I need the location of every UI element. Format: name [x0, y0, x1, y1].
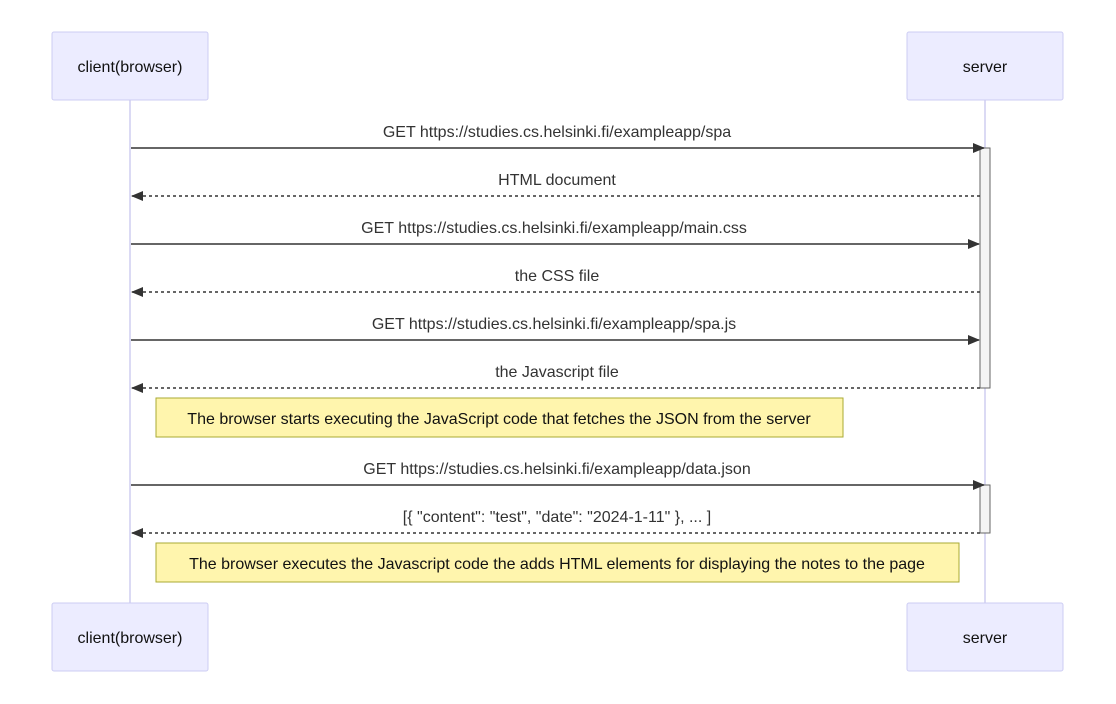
actor-label: server: [963, 630, 1008, 647]
actor-client-top: client(browser): [51, 31, 209, 101]
actor-label: client(browser): [78, 59, 183, 76]
message-label: GET https://studies.cs.helsinki.fi/examp…: [372, 316, 736, 333]
actor-label: client(browser): [78, 630, 183, 647]
actor-label: server: [963, 59, 1008, 76]
message-label: [{ "content": "test", "date": "2024-1-11…: [403, 509, 711, 526]
note: The browser starts executing the JavaScr…: [155, 397, 844, 438]
note-text: The browser executes the Javascript code…: [189, 556, 925, 573]
message-label: GET https://studies.cs.helsinki.fi/examp…: [363, 461, 750, 478]
message-label: the Javascript file: [495, 364, 619, 381]
message-label: HTML document: [498, 172, 616, 189]
actor-client-bottom: client(browser): [51, 602, 209, 672]
note: The browser executes the Javascript code…: [155, 542, 960, 583]
server-activation-bar: [979, 147, 991, 389]
actor-server-top: server: [906, 31, 1064, 101]
message-label: GET https://studies.cs.helsinki.fi/examp…: [383, 124, 731, 141]
note-text: The browser starts executing the JavaScr…: [187, 411, 811, 428]
server-activation-bar: [979, 484, 991, 534]
message-label: GET https://studies.cs.helsinki.fi/examp…: [361, 220, 747, 237]
actor-server-bottom: server: [906, 602, 1064, 672]
sequence-diagram: client(browser) server GET https://studi…: [51, 31, 1064, 672]
message-label: the CSS file: [515, 268, 600, 285]
